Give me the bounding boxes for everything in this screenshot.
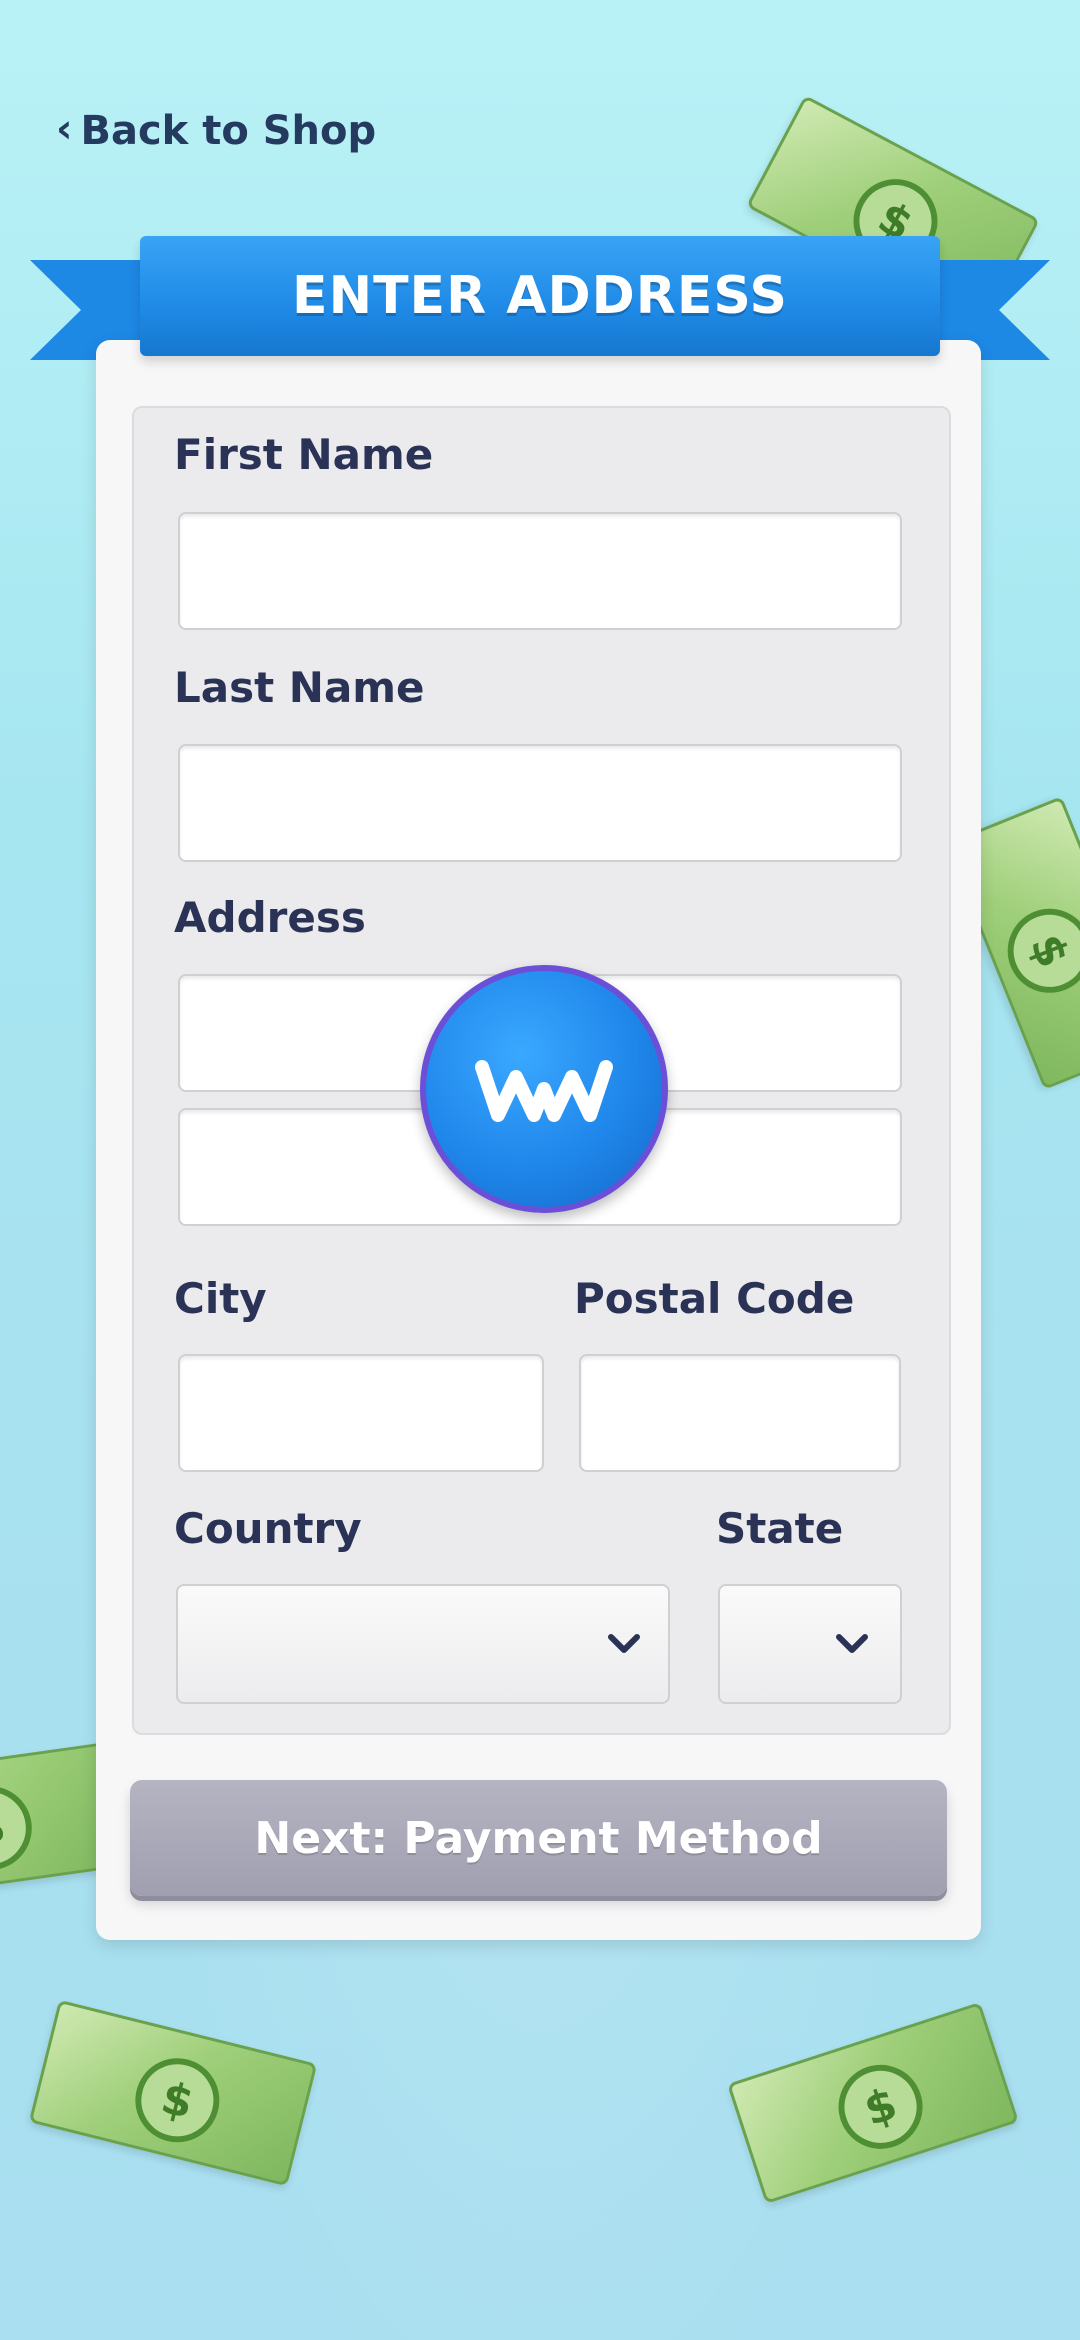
dollar-coin-icon: $ [827, 2053, 934, 2160]
country-label: Country [174, 1504, 362, 1553]
title-ribbon: ENTER ADDRESS [140, 236, 940, 356]
page-title: ENTER ADDRESS [292, 266, 788, 326]
address-label: Address [174, 893, 366, 942]
first-name-label: First Name [174, 430, 434, 479]
postal-code-field[interactable] [579, 1354, 901, 1472]
dollar-coin-icon: $ [995, 896, 1080, 1006]
state-select[interactable] [718, 1584, 902, 1704]
chevron-left-icon: ‹ [56, 106, 73, 152]
first-name-field[interactable] [178, 512, 902, 630]
city-label: City [174, 1274, 267, 1323]
screen: $ $ $ $ $ ‹ Back to Shop First Name Last… [0, 0, 1080, 2340]
country-select[interactable] [176, 1584, 670, 1704]
back-to-shop-link[interactable]: ‹ Back to Shop [56, 108, 376, 154]
chevron-down-icon [608, 1634, 640, 1654]
last-name-label: Last Name [174, 663, 425, 712]
state-label: State [716, 1504, 844, 1553]
city-field[interactable] [178, 1354, 544, 1472]
dollar-coin-icon: $ [126, 2049, 229, 2152]
dollar-coin-icon: $ [0, 1780, 38, 1876]
app-logo-icon [420, 965, 668, 1213]
last-name-field[interactable] [178, 744, 902, 862]
back-label: Back to Shop [80, 108, 377, 154]
postal-code-label: Postal Code [574, 1274, 855, 1323]
next-payment-method-button[interactable]: Next: Payment Method [130, 1780, 947, 1896]
chevron-down-icon [836, 1634, 868, 1654]
